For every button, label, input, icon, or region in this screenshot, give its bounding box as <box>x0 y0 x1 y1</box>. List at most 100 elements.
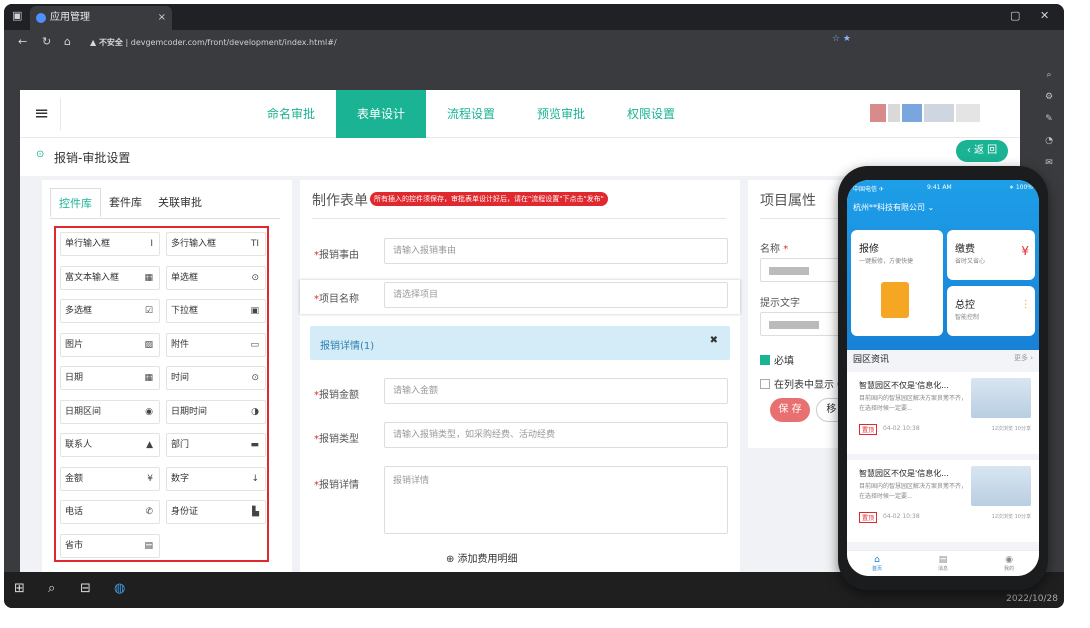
phone-tab-bar: ⌂ 首页 ▤ 消息 ◉ 我的 <box>847 550 1039 576</box>
control-item[interactable]: 下拉框 ▣ <box>166 299 266 323</box>
tab-control-library[interactable]: 控件库 <box>50 188 101 218</box>
detail-textarea[interactable]: 报销详情 <box>384 466 728 534</box>
project-select[interactable]: 请选择项目 <box>384 282 728 308</box>
start-icon[interactable]: ⊞ <box>14 581 25 596</box>
url-field[interactable]: ▲ 不安全 | devgemcoder.com/front/developmen… <box>90 34 890 52</box>
control-type-icon: ¥ <box>147 473 153 484</box>
checkbox-checked-icon <box>760 355 770 365</box>
news-title: 智慧园区不仅是'信息化... <box>859 469 949 478</box>
back-button[interactable]: ‹ 返 回 <box>956 140 1008 162</box>
user-avatar[interactable] <box>870 102 1000 124</box>
edge-icon[interactable]: ◍ <box>114 581 125 596</box>
tab-form-design[interactable]: 表单设计 <box>336 90 426 138</box>
search-sidebar-icon[interactable]: ⌕ <box>1042 64 1056 86</box>
control-item[interactable]: 多选框 ☑ <box>60 299 160 323</box>
form-design-panel: 制作表单 所有插入的控件须保存，审批表单设计好后，请在"流程设置"下点击"发布"… <box>300 180 740 572</box>
tab-messages[interactable]: ▤ 消息 <box>923 555 963 572</box>
reason-input[interactable]: 请输入报销事由 <box>384 238 728 264</box>
control-item[interactable]: 附件 ▭ <box>166 332 266 357</box>
control-label: 日期时间 <box>171 406 208 417</box>
search-icon[interactable]: ⌕ <box>48 581 55 596</box>
news-item[interactable]: 智慧园区不仅是'信息化... 目前国内的智慧园区解决方案良莠不齐，在选择时候一定… <box>847 460 1039 542</box>
control-item[interactable]: 身份证 ▙ <box>166 500 266 524</box>
close-icon[interactable]: ✖ <box>710 335 718 346</box>
browser-tab[interactable]: 应用管理 × <box>30 6 172 30</box>
window-restore-icon[interactable]: ▢ <box>1010 4 1020 28</box>
payment-card[interactable]: 缴费 省时又省心 ¥ <box>947 230 1035 280</box>
control-item[interactable]: 图片 ▨ <box>60 332 160 357</box>
form-row-amount[interactable]: *报销金额 请输入金额 <box>300 376 740 410</box>
window-menu-icon[interactable]: ▣ <box>12 4 22 28</box>
news-header: 园区资讯 <box>853 355 890 365</box>
news-tag: 置顶 <box>859 424 878 435</box>
home-icon: ⌂ <box>874 555 880 565</box>
control-item[interactable]: 联系人 ▲ <box>60 433 160 457</box>
type-input[interactable]: 请输入报销类型，如采购经费、活动经费 <box>384 422 728 448</box>
control-item[interactable]: 日期时间 ◑ <box>166 399 266 424</box>
form-row-project[interactable]: *项目名称 请选择项目 <box>300 280 740 314</box>
card-title: 缴费 <box>955 244 975 255</box>
news-item[interactable]: 智慧园区不仅是'信息化... 目前国内的智慧园区解决方案良莠不齐，在选择时候一定… <box>847 372 1039 454</box>
subtable-title: 报销详情(1) <box>320 341 375 352</box>
show-in-list-checkbox[interactable]: 在列表中显示 ⓘ <box>760 376 847 391</box>
detail-subtable[interactable]: 报销详情(1) ✖ <box>310 326 730 360</box>
home-icon[interactable]: ⌂ <box>64 35 71 48</box>
message-icon: ▤ <box>938 555 948 565</box>
field-label: *报销详情 <box>314 480 359 491</box>
tab-naming-approval[interactable]: 命名审批 <box>246 90 336 138</box>
control-card[interactable]: 总控 智能控制 ⫶ <box>947 286 1035 336</box>
control-item[interactable]: 部门 ▬ <box>166 433 266 457</box>
back-icon[interactable]: ← <box>18 35 27 48</box>
control-item[interactable]: 日期区间 ◉ <box>60 399 160 424</box>
tab-kit-library[interactable]: 套件库 <box>101 188 150 218</box>
control-item[interactable]: 单选框 ⊙ <box>166 265 266 290</box>
favorite-star-icon[interactable]: ☆ ★ <box>832 34 851 44</box>
tab-permission-settings[interactable]: 权限设置 <box>606 90 696 138</box>
control-list: 单行输入框 I 多行输入框 TI 富文本输入框 ▦ 单选框 ⊙ 多选框 ☑ 下拉框 ▣ 图片 ▨ 附件 ▭ 日期… <box>54 226 269 562</box>
control-item[interactable]: 省市 ▤ <box>60 533 160 558</box>
games-sidebar-icon[interactable]: ✎ <box>1042 108 1056 130</box>
company-selector[interactable]: 杭州**科技有限公司 ⌄ <box>853 202 934 213</box>
control-type-icon: ▭ <box>250 339 259 350</box>
tabs-divider <box>50 218 280 219</box>
control-item[interactable]: 时间 ⊙ <box>166 366 266 390</box>
required-checkbox[interactable]: 必填 <box>760 352 794 367</box>
control-item[interactable]: 金额 ¥ <box>60 466 160 491</box>
reload-icon[interactable]: ↻ <box>42 35 51 48</box>
tab-title: 应用管理 <box>50 12 90 23</box>
save-button[interactable]: 保 存 <box>770 398 810 422</box>
outlook-sidebar-icon[interactable]: ✉ <box>1042 152 1056 174</box>
tab-linked-approval[interactable]: 关联审批 <box>150 188 210 218</box>
news-more-link[interactable]: 更多 › <box>1014 353 1033 363</box>
control-item[interactable]: 单行输入框 I <box>60 232 160 256</box>
form-row-reason[interactable]: *报销事由 请输入报销事由 <box>300 236 740 270</box>
form-row-type[interactable]: *报销类型 请输入报销类型，如采购经费、活动经费 <box>300 420 740 454</box>
tab-preview-approval[interactable]: 预览审批 <box>516 90 606 138</box>
control-item[interactable]: 数字 ↓ <box>166 466 266 491</box>
tab-favicon-icon <box>36 13 46 23</box>
tab-process-settings[interactable]: 流程设置 <box>426 90 516 138</box>
card-subtitle: 省时又省心 <box>955 258 986 265</box>
control-type-icon: ☑ <box>144 306 153 316</box>
control-type-icon: ⊙ <box>251 272 259 283</box>
control-item[interactable]: 富文本输入框 ▦ <box>60 265 160 290</box>
control-label: 下拉框 <box>171 306 199 316</box>
task-view-icon[interactable]: ⊟ <box>80 581 91 596</box>
control-type-icon: ↓ <box>251 473 259 484</box>
control-item[interactable]: 电话 ✆ <box>60 500 160 524</box>
control-library-panel: 控件库 套件库 关联审批 单行输入框 I 多行输入框 TI 富文本输入框 ▦ 单选框 ⊙ 多选框… <box>42 180 292 572</box>
name-label: 名称 * <box>760 244 789 255</box>
control-item[interactable]: 多行输入框 TI <box>166 232 266 256</box>
amount-input[interactable]: 请输入金额 <box>384 378 728 404</box>
tools-sidebar-icon[interactable]: ⚙ <box>1042 86 1056 108</box>
office-sidebar-icon[interactable]: ◔ <box>1042 130 1056 152</box>
news-date: 04-02 10:38 <box>883 513 920 520</box>
tab-home[interactable]: ⌂ 首页 <box>857 555 897 572</box>
menu-icon[interactable]: ≡ <box>34 103 49 124</box>
tab-profile[interactable]: ◉ 我的 <box>989 555 1029 572</box>
control-item[interactable]: 日期 ▦ <box>60 366 160 390</box>
add-detail-button[interactable]: ⊕ 添加费用明细 <box>446 550 518 565</box>
repair-card[interactable]: 报修 一键报修，方便快捷 <box>851 230 943 336</box>
window-close-icon[interactable]: ✕ <box>1040 4 1049 28</box>
tab-close-icon[interactable]: × <box>158 6 166 30</box>
